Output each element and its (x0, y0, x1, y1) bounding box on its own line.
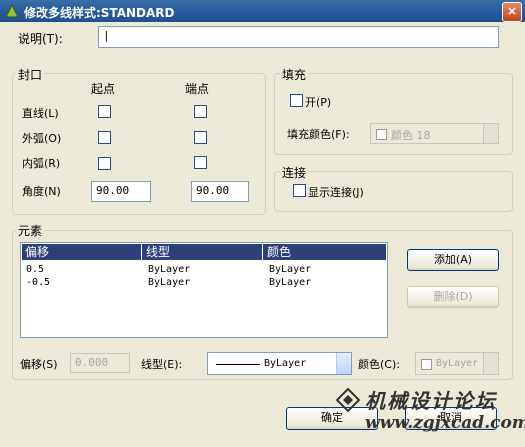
row-linetype: ByLayer (148, 277, 191, 288)
watermark-logo-icon (335, 387, 361, 413)
watermark-url: www.zgjxcad.com (365, 413, 525, 433)
caps-group-title: 封口 (16, 66, 45, 83)
row-offset: 0.5 (26, 264, 45, 275)
color-dropdown[interactable]: ByLayer (415, 352, 499, 375)
linetype-value: ByLayer (264, 358, 307, 369)
start-angle-value: 90.00 (96, 184, 130, 197)
elements-list-header: 偏移 线型 颜色 (22, 244, 386, 260)
title-bar: 修改多线样式:STANDARD × (0, 0, 525, 22)
row-color: ByLayer (269, 277, 312, 288)
line-start-checkbox[interactable] (98, 105, 111, 118)
end-angle-value: 90.00 (196, 184, 230, 197)
watermark: 机械设计论坛 www.zgjxcad.com (335, 385, 525, 435)
row-offset: -0.5 (26, 277, 51, 288)
fill-on-checkbox[interactable] (290, 94, 303, 107)
offset-value: 0.000 (75, 356, 109, 369)
offset-label: 偏移(S) (20, 358, 58, 371)
row-linetype: ByLayer (148, 264, 191, 275)
color-value: ByLayer (436, 358, 479, 369)
chevron-down-icon (336, 353, 351, 374)
color-label: 颜色(C): (358, 358, 400, 371)
watermark-title: 机械设计论坛 (365, 389, 497, 413)
start-angle-input[interactable]: 90.00 (91, 181, 151, 202)
elements-group-title: 元素 (16, 222, 45, 239)
inner-arc-end-checkbox[interactable] (194, 156, 207, 169)
column-header-linetype[interactable]: 线型 (143, 244, 263, 260)
window-title: 修改多线样式:STANDARD (24, 6, 175, 20)
fill-color-value: 颜色 18 (391, 129, 431, 142)
inner-arc-start-checkbox[interactable] (98, 157, 111, 170)
fill-on-label: 开(P) (305, 96, 332, 109)
chevron-down-icon (483, 353, 498, 374)
add-button[interactable]: 添加(A) (407, 249, 499, 271)
caps-end-header: 端点 (185, 82, 210, 96)
description-input[interactable]: | (98, 26, 499, 48)
end-angle-input[interactable]: 90.00 (191, 181, 249, 202)
column-header-color[interactable]: 颜色 (264, 244, 386, 260)
description-value: | (103, 29, 110, 42)
row-color: ByLayer (269, 264, 312, 275)
offset-input[interactable]: 0.000 (70, 353, 130, 373)
joints-group-title: 连接 (280, 164, 309, 181)
close-button[interactable]: × (502, 2, 522, 22)
show-joints-label: 显示连接(J) (308, 186, 364, 199)
linetype-label: 线型(E): (141, 358, 183, 371)
chevron-down-icon (483, 124, 498, 143)
outer-arc-label: 外弧(O) (22, 132, 62, 145)
fill-color-label: 填充颜色(F): (287, 128, 350, 141)
outer-arc-end-checkbox[interactable] (194, 131, 207, 144)
outer-arc-start-checkbox[interactable] (98, 131, 111, 144)
delete-button[interactable]: 删除(D) (407, 286, 499, 308)
fill-color-swatch (376, 129, 387, 140)
show-joints-checkbox[interactable] (293, 184, 306, 197)
fill-group-title: 填充 (280, 66, 309, 83)
elements-list[interactable]: 偏移 线型 颜色 0.5 ByLayer ByLayer -0.5 ByLaye… (20, 242, 388, 338)
app-icon (5, 3, 19, 18)
inner-arc-label: 内弧(R) (22, 157, 61, 170)
description-label: 说明(T): (18, 32, 63, 46)
linetype-sample-icon (216, 364, 260, 365)
caps-start-header: 起点 (91, 82, 116, 96)
line-end-checkbox[interactable] (194, 105, 207, 118)
color-swatch (421, 359, 432, 370)
linetype-dropdown[interactable]: ByLayer (207, 352, 352, 375)
fill-color-dropdown[interactable]: 颜色 18 (370, 123, 499, 144)
column-header-offset[interactable]: 偏移 (22, 244, 142, 260)
line-caps-label: 直线(L) (22, 107, 59, 120)
angle-label: 角度(N) (22, 185, 61, 198)
